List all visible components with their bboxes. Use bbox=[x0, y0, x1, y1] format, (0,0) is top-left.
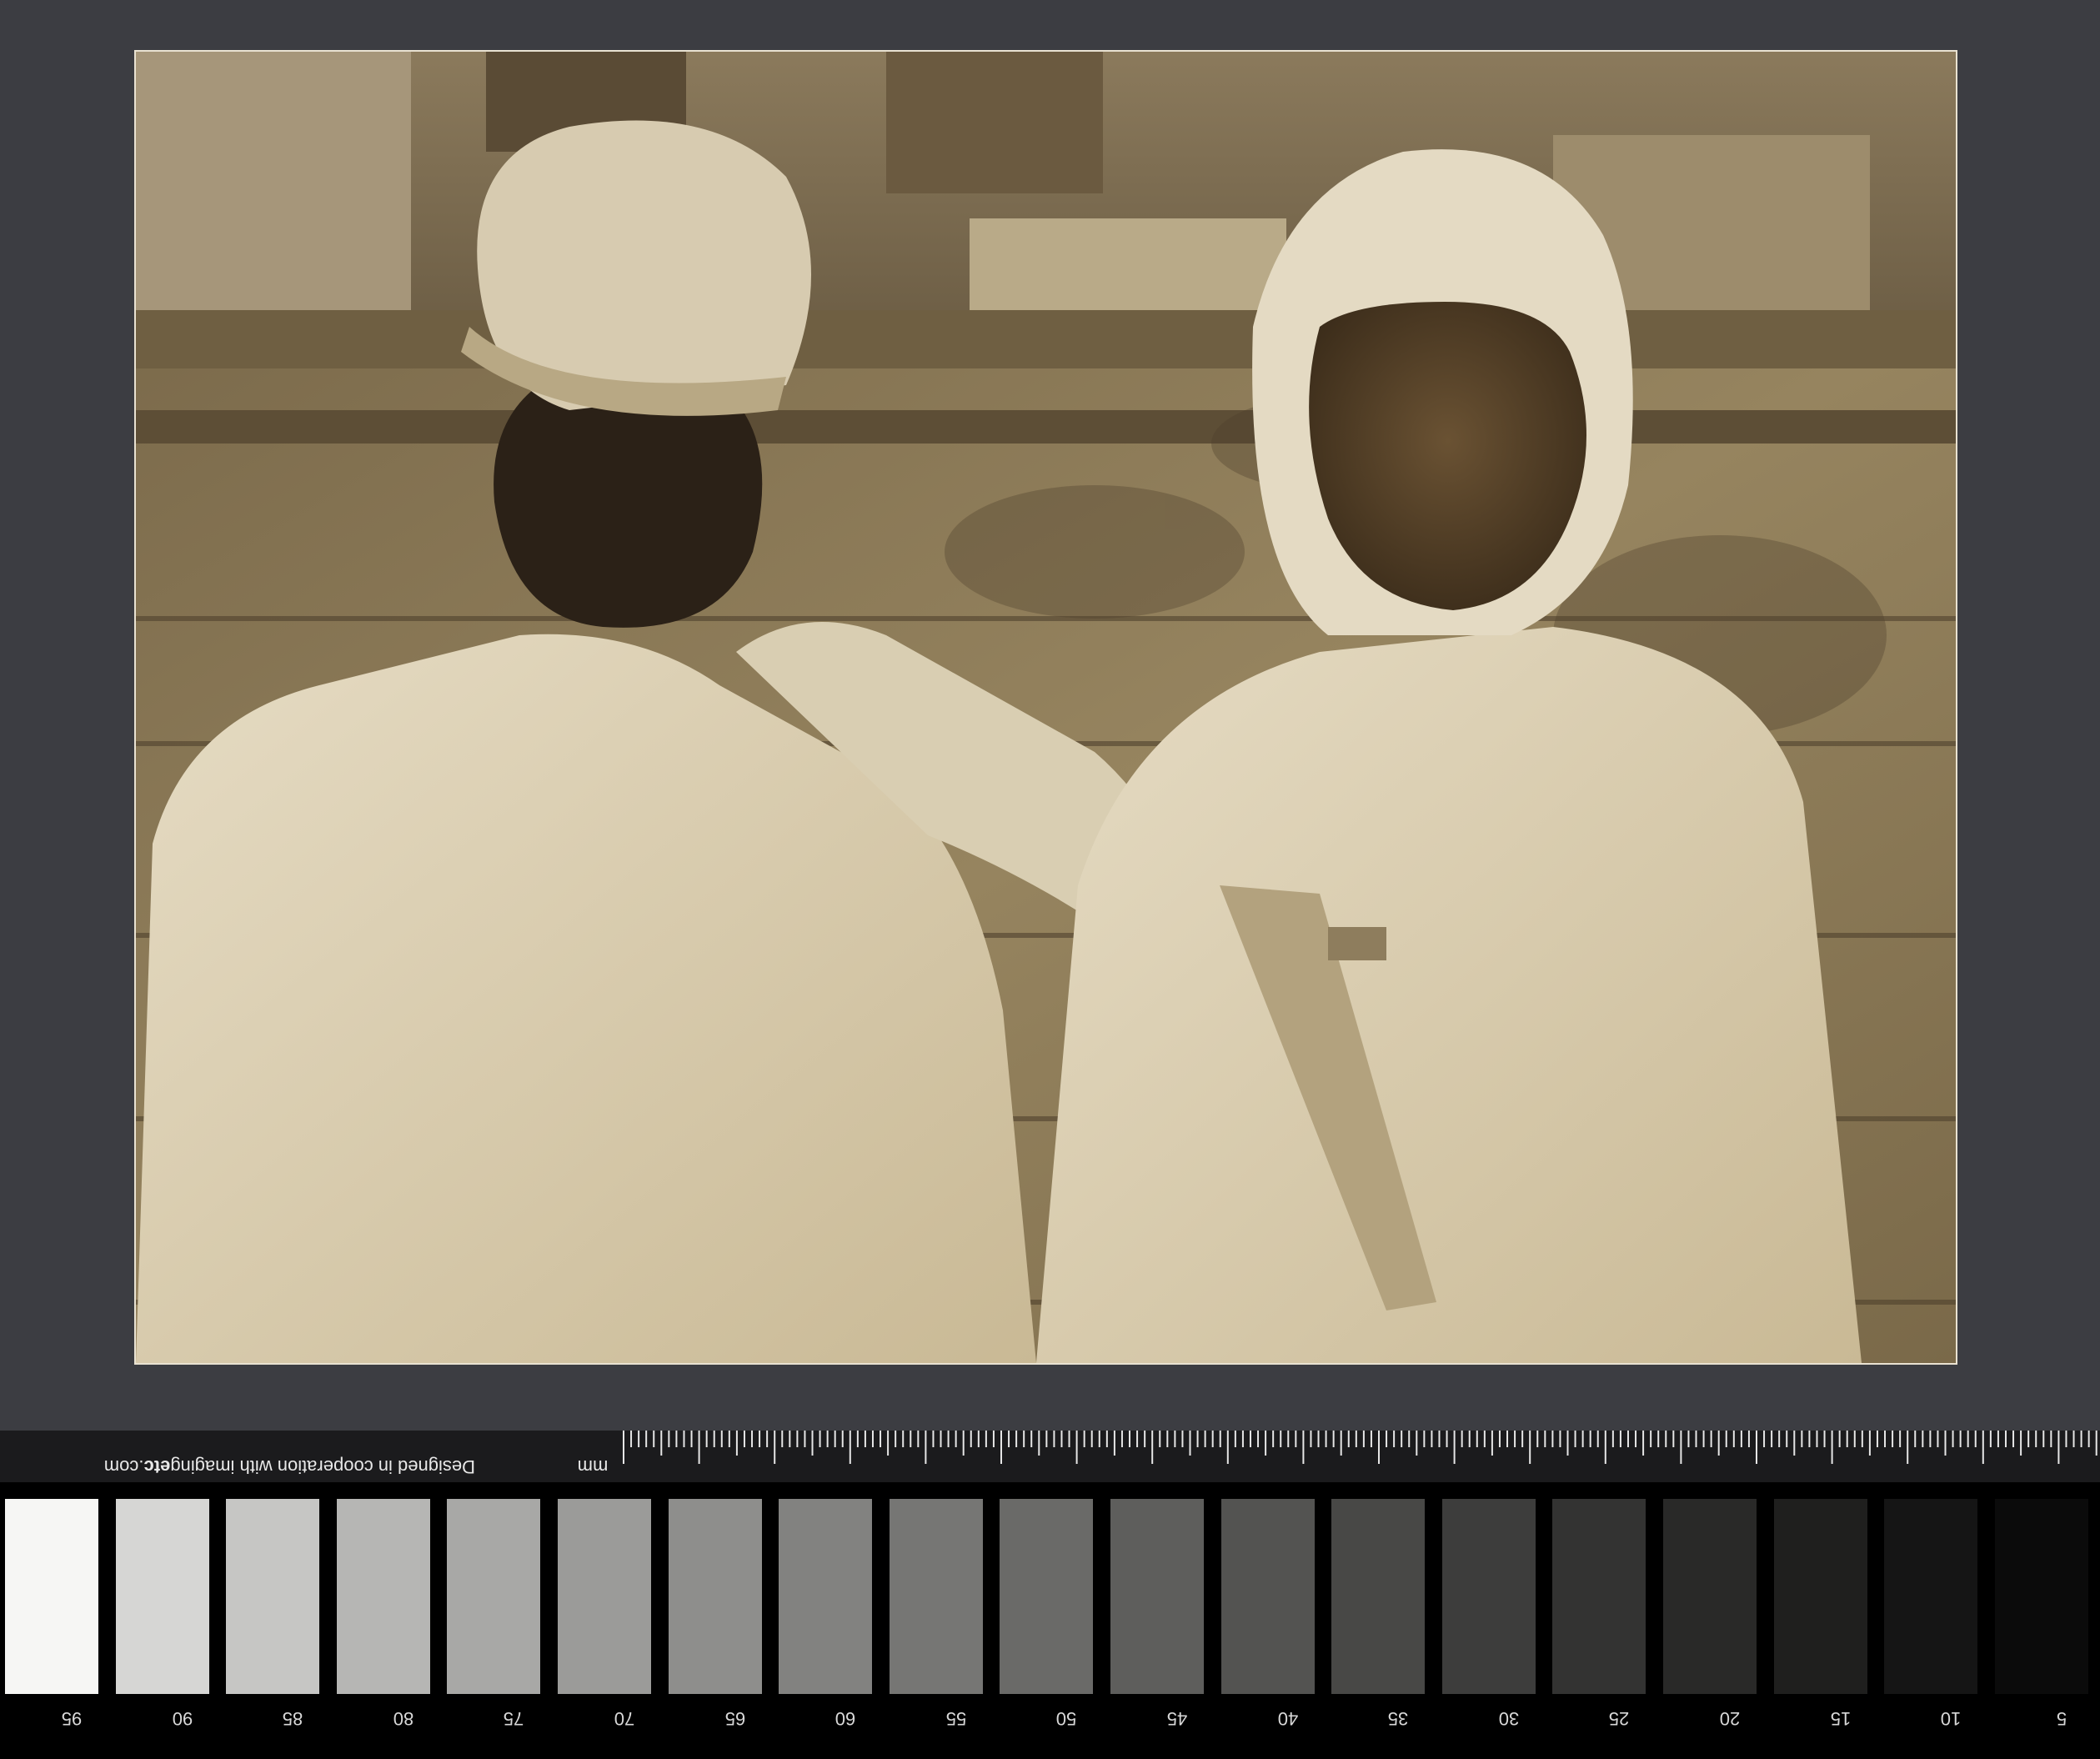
gray-patch bbox=[1994, 1499, 2088, 1694]
patch-label: 15 bbox=[1830, 1708, 1851, 1729]
patch-label: 5 bbox=[2056, 1708, 2067, 1729]
credit-text: Designed in cooperation with imagingetc.… bbox=[103, 1456, 475, 1477]
patch-label: 25 bbox=[1609, 1708, 1630, 1729]
patch-label: 60 bbox=[834, 1708, 856, 1729]
gray-patch bbox=[1331, 1499, 1426, 1694]
patch-label: 85 bbox=[282, 1708, 303, 1729]
gray-patch bbox=[1552, 1499, 1646, 1694]
gray-patch bbox=[1884, 1499, 1978, 1694]
patch-label: 30 bbox=[1498, 1708, 1520, 1729]
patch-label: 10 bbox=[1940, 1708, 1962, 1729]
unit-label: mm bbox=[577, 1456, 609, 1477]
gray-patch bbox=[1110, 1499, 1204, 1694]
ruler: Designed in cooperation with imagingetc.… bbox=[0, 1431, 2100, 1482]
gray-patch bbox=[1663, 1499, 1757, 1694]
patch-label: 65 bbox=[724, 1708, 745, 1729]
patch-label: 70 bbox=[614, 1708, 635, 1729]
gray-patch bbox=[1220, 1499, 1315, 1694]
patch-label: 75 bbox=[504, 1708, 524, 1729]
patch-label: 40 bbox=[1277, 1708, 1298, 1729]
gray-patch bbox=[889, 1499, 983, 1694]
gray-patch bbox=[1773, 1499, 1867, 1694]
patch-label: 80 bbox=[393, 1708, 414, 1729]
gray-patch bbox=[1441, 1499, 1536, 1694]
gray-patch bbox=[1000, 1499, 1094, 1694]
patch-label: 90 bbox=[172, 1708, 193, 1729]
patch-label: 95 bbox=[61, 1708, 83, 1729]
patch-label: 45 bbox=[1166, 1708, 1188, 1729]
patch-label: 20 bbox=[1719, 1708, 1741, 1729]
patch-label: 35 bbox=[1387, 1708, 1409, 1729]
gray-patch bbox=[5, 1499, 98, 1694]
gray-patch bbox=[558, 1499, 651, 1694]
gray-patch bbox=[779, 1499, 873, 1694]
sepia-photograph bbox=[136, 52, 1956, 1363]
photo-scene bbox=[136, 52, 1956, 1363]
gray-patch bbox=[226, 1499, 320, 1694]
gray-patch bbox=[115, 1499, 209, 1694]
gray-patch bbox=[447, 1499, 541, 1694]
gray-patch bbox=[336, 1499, 430, 1694]
grayscale-target: 95 90 85 80 75 70 65 60 55 50 45 40 35 30 25 20 15 10 5 bbox=[0, 1482, 2100, 1759]
gray-patch bbox=[668, 1499, 762, 1694]
patch-label: 55 bbox=[945, 1708, 967, 1729]
patch-label: 50 bbox=[1056, 1708, 1077, 1729]
